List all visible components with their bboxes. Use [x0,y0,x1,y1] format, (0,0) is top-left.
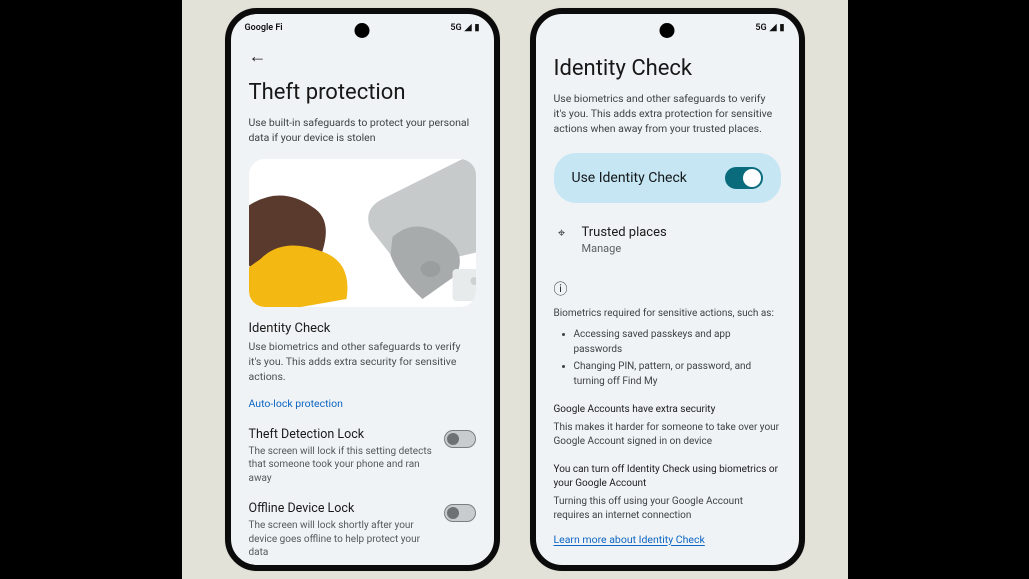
identity-check-desc: Use biometrics and other safeguards to v… [249,340,476,384]
page-title: Identity Check [554,56,781,81]
status-right: 5G ◢ ▮ [755,23,784,33]
trusted-places-sub: Manage [582,242,667,255]
identity-check-label[interactable]: Identity Check [249,321,476,336]
pin-icon: ⌖ [554,226,570,241]
battery-icon: ▮ [780,23,785,33]
stage: Google Fi 5G ◢ ▮ ← Theft protection Use … [182,0,848,579]
turnoff-body: Turning this off using your Google Accou… [554,495,781,523]
biometrics-list: Accessing saved passkeys and app passwor… [554,327,781,389]
theft-detection-row[interactable]: Theft Detection Lock The screen will loc… [249,427,476,486]
list-item: Accessing saved passkeys and app passwor… [574,327,781,357]
page-title: Theft protection [249,80,476,105]
offline-lock-label: Offline Device Lock [249,501,434,516]
theft-detection-label: Theft Detection Lock [249,427,434,442]
offline-lock-toggle[interactable]: ✕ [444,504,476,522]
auto-lock-protection-link[interactable]: Auto-lock protection [249,397,343,410]
use-identity-check-toggle[interactable] [725,167,763,189]
screen-content-right: Identity Check Use biometrics and other … [536,40,799,565]
list-item: Changing PIN, pattern, or password, and … [574,359,781,389]
trusted-places-row[interactable]: ⌖ Trusted places Manage [554,225,781,255]
screen-content-left: ← Theft protection Use built-in safeguar… [231,40,494,565]
use-identity-check-label: Use Identity Check [572,170,687,186]
use-identity-check-card[interactable]: Use Identity Check [554,153,781,203]
trusted-places-label: Trusted places [582,225,667,240]
phone-left: Google Fi 5G ◢ ▮ ← Theft protection Use … [225,8,500,571]
extra-security-body: This makes it harder for someone to take… [554,421,781,449]
phone-right: 5G ◢ ▮ Identity Check Use biometrics and… [530,8,805,571]
turnoff-heading: You can turn off Identity Check using bi… [554,463,781,491]
camera-hole [660,23,675,38]
extra-security-heading: Google Accounts have extra security [554,403,781,417]
status-right: 5G ◢ ▮ [450,23,479,33]
page-subtitle: Use biometrics and other safeguards to v… [554,91,781,137]
offline-lock-row[interactable]: Offline Device Lock The screen will lock… [249,501,476,560]
page-subtitle: Use built-in safeguards to protect your … [249,115,476,145]
battery-icon: ▮ [475,23,480,33]
signal-icon: ◢ [770,23,777,33]
offline-lock-desc: The screen will lock shortly after your … [249,519,434,560]
theft-illustration [249,159,476,307]
back-button[interactable]: ← [249,48,267,66]
network-label: 5G [450,23,461,33]
signal-icon: ◢ [465,23,472,33]
camera-hole [355,23,370,38]
theft-detection-desc: The screen will lock if this setting det… [249,445,434,486]
info-icon: ⓘ [554,279,781,299]
theft-detection-toggle[interactable]: ✕ [444,430,476,448]
learn-more-link[interactable]: Learn more about Identity Check [554,533,705,546]
biometrics-heading: Biometrics required for sensitive action… [554,307,781,321]
carrier-label: Google Fi [245,23,283,33]
network-label: 5G [755,23,766,33]
